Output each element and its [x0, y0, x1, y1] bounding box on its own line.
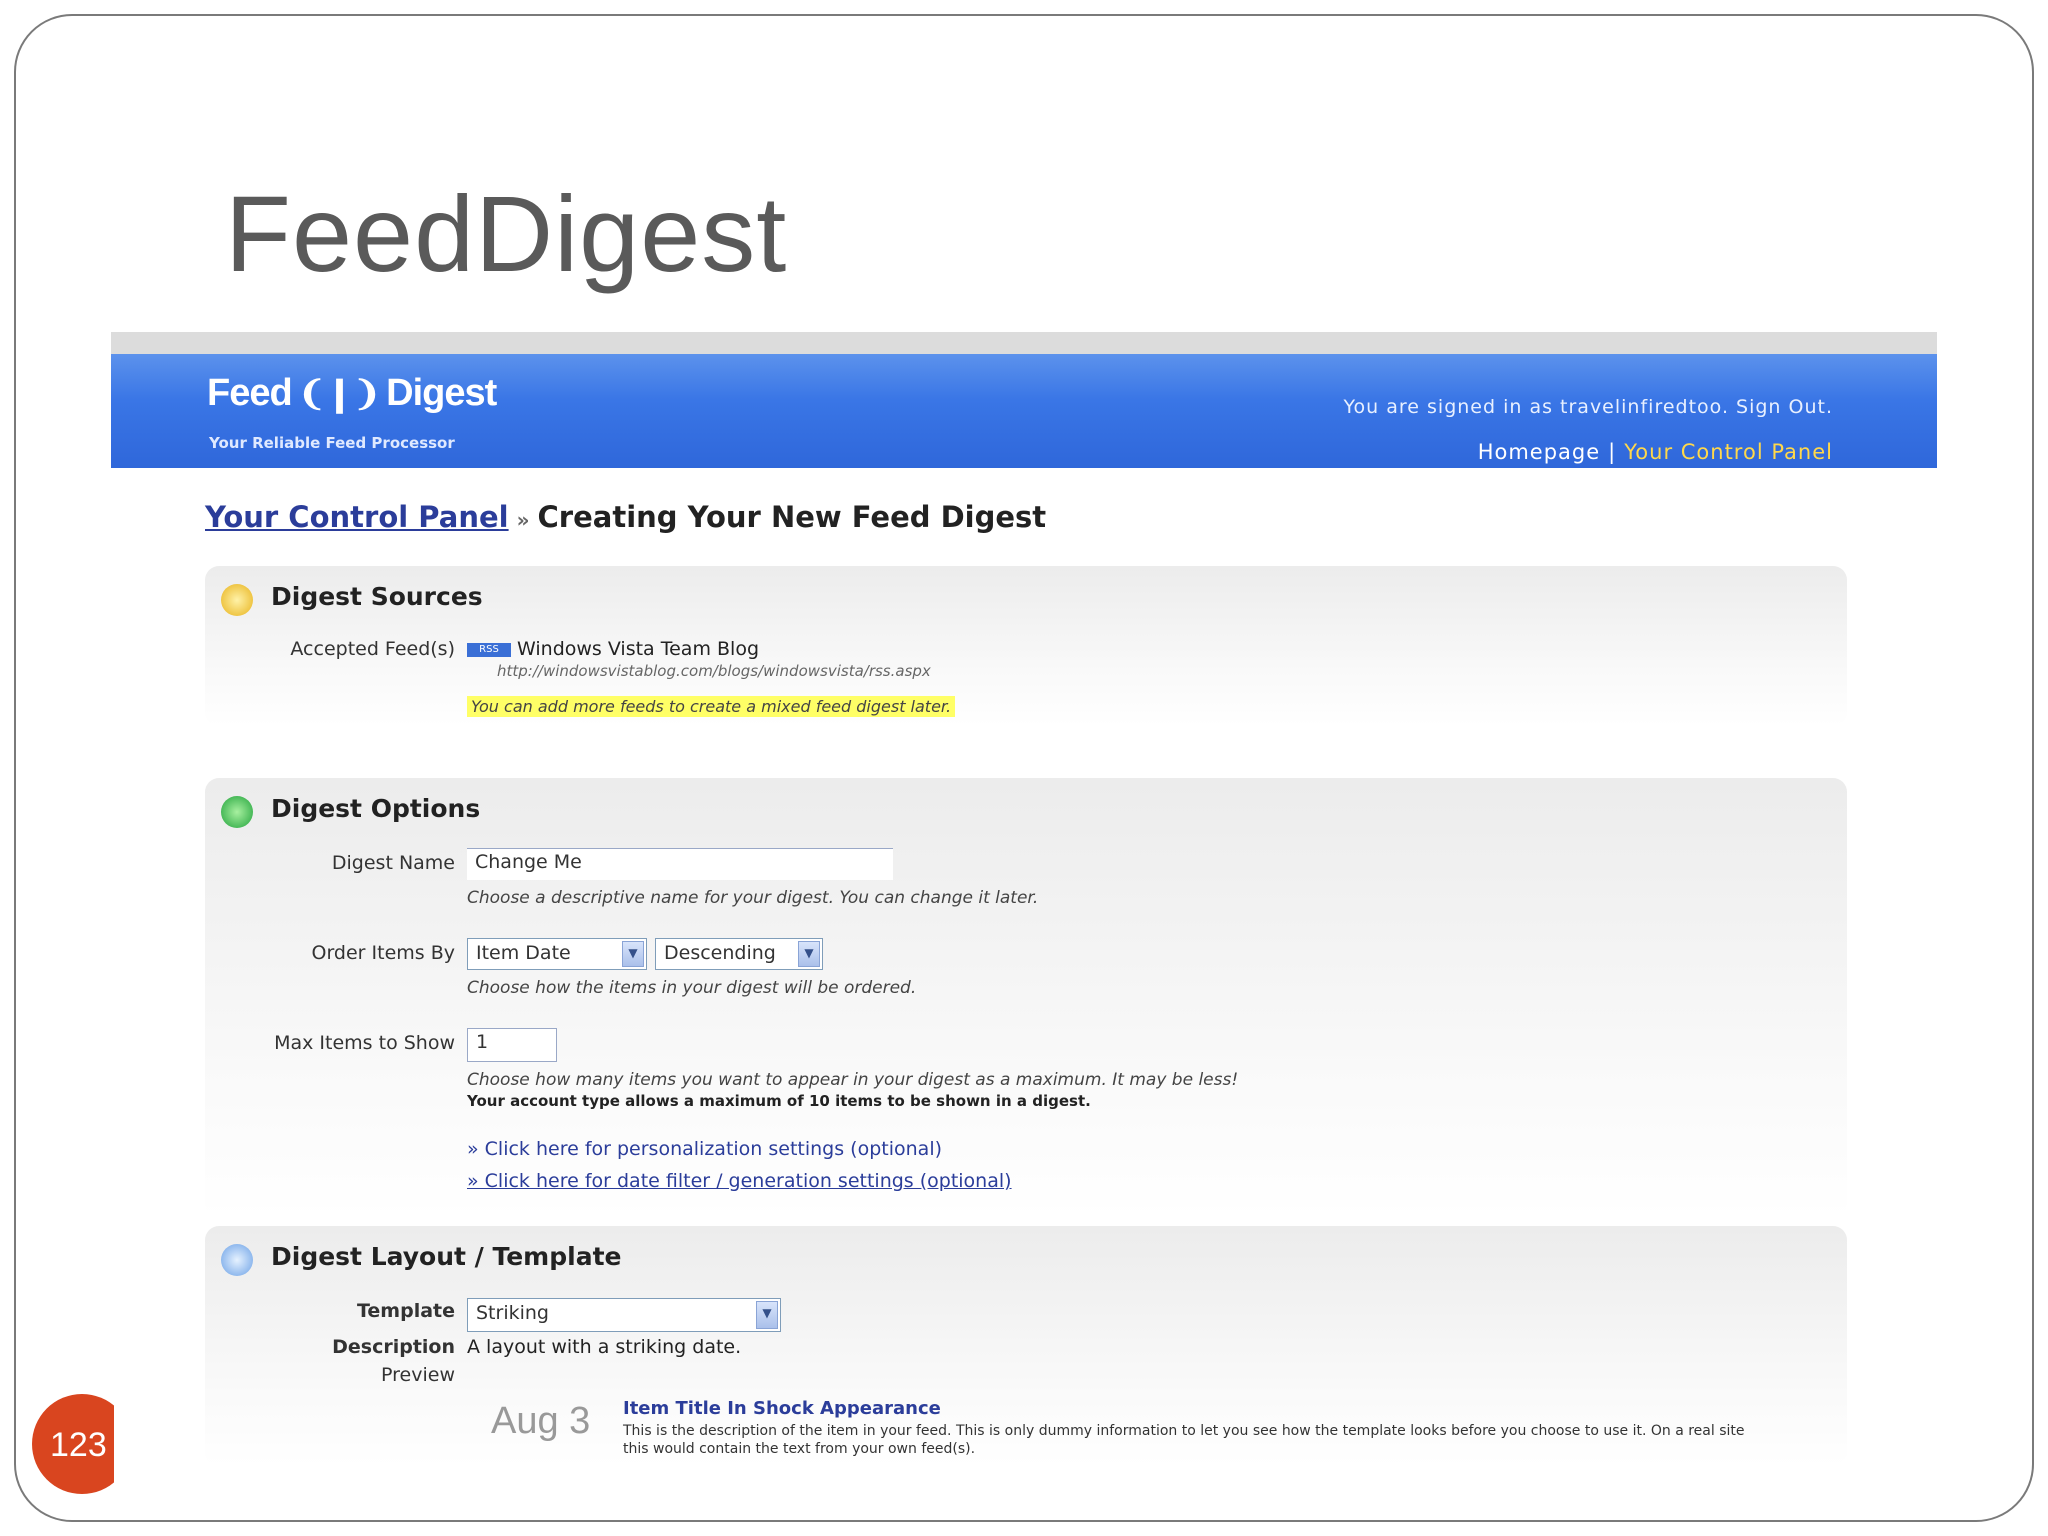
- breadcrumb-separator: »: [516, 508, 530, 532]
- add-feeds-notice: You can add more feeds to create a mixed…: [467, 696, 956, 717]
- digest-layout-section: Digest Layout / Template Template Striki…: [205, 1226, 1847, 1466]
- check-icon: [221, 796, 253, 828]
- rss-icon: RSS: [467, 642, 511, 657]
- digest-name-input[interactable]: Change Me: [467, 848, 893, 880]
- signed-in-status[interactable]: You are signed in as travelinfiredtoo. S…: [1343, 396, 1833, 418]
- breadcrumb-control-panel-link[interactable]: Your Control Panel: [205, 500, 509, 534]
- max-items-label: Max Items to Show: [274, 1032, 455, 1054]
- template-select[interactable]: Striking ▼: [467, 1298, 781, 1332]
- order-items-label: Order Items By: [311, 942, 455, 964]
- feed-url: http://windowsvistablog.com/blogs/window…: [497, 662, 931, 680]
- top-strip: [111, 332, 1937, 354]
- order-field-value: Item Date: [476, 942, 571, 964]
- nav-control-panel-link[interactable]: Your Control Panel: [1624, 440, 1833, 464]
- date-filter-settings-link[interactable]: » Click here for date filter / generatio…: [467, 1170, 1012, 1192]
- order-direction-select[interactable]: Descending ▼: [655, 938, 823, 970]
- globe-icon: [221, 1244, 253, 1276]
- max-items-hint: Choose how many items you want to appear…: [467, 1070, 1239, 1090]
- description-label: Description: [332, 1336, 455, 1358]
- digest-sources-title: Digest Sources: [271, 582, 483, 611]
- feed-entry[interactable]: RSS Windows Vista Team Blog: [467, 638, 759, 660]
- digest-options-title: Digest Options: [271, 794, 481, 823]
- slide-title: FeedDigest: [225, 173, 788, 294]
- site-header: Feed ❨❙❩ Digest Your Reliable Feed Process…: [111, 354, 1937, 468]
- max-items-note: Your account type allows a maximum of 10…: [467, 1092, 1091, 1110]
- breadcrumb-current: Creating Your New Feed Digest: [537, 500, 1047, 534]
- preview-item-title[interactable]: Item Title In Shock Appearance: [623, 1398, 941, 1419]
- preview-label: Preview: [381, 1364, 455, 1386]
- site-logo[interactable]: Feed ❨❙❩ Digest: [207, 372, 497, 415]
- accepted-feeds-label: Accepted Feed(s): [290, 638, 455, 660]
- template-label: Template: [356, 1300, 455, 1322]
- nav-homepage-link[interactable]: Homepage: [1478, 440, 1600, 464]
- chevron-down-icon[interactable]: ▼: [756, 1301, 778, 1329]
- personalization-settings-link[interactable]: » Click here for personalization setting…: [467, 1138, 942, 1160]
- chevron-down-icon[interactable]: ▼: [798, 941, 820, 967]
- order-direction-value: Descending: [664, 942, 776, 964]
- digest-layout-title: Digest Layout / Template: [271, 1242, 622, 1271]
- nav-separator: |: [1608, 440, 1617, 464]
- gear-icon: [221, 584, 253, 616]
- screenshot-panel: Feed ❨❙❩ Digest Your Reliable Feed Process…: [111, 332, 1937, 1472]
- max-items-input[interactable]: 1: [467, 1028, 557, 1062]
- chevron-down-icon[interactable]: ▼: [622, 941, 644, 967]
- digest-options-section: Digest Options Digest Name Change Me Cho…: [205, 778, 1847, 1218]
- page-number: 123: [50, 1426, 107, 1464]
- preview-date: Aug 3: [491, 1400, 591, 1442]
- header-nav: Homepage | Your Control Panel: [1478, 440, 1833, 464]
- badge-cutout: [114, 1394, 144, 1494]
- breadcrumb: Your Control Panel » Creating Your New Fee…: [205, 500, 1046, 534]
- logo-word-feed: Feed: [207, 372, 293, 414]
- template-description: A layout with a striking date.: [467, 1336, 742, 1358]
- digest-sources-section: Digest Sources Accepted Feed(s) RSS Windo…: [205, 566, 1847, 726]
- preview-item-text: This is the description of the item in y…: [623, 1423, 1745, 1457]
- site-tagline: Your Reliable Feed Processor: [209, 434, 455, 452]
- logo-word-digest: Digest: [386, 372, 497, 414]
- logo-wave-icon: ❨❙❩: [297, 375, 381, 413]
- order-hint: Choose how the items in your digest will…: [467, 978, 917, 998]
- digest-name-hint: Choose a descriptive name for your diges…: [467, 888, 1039, 908]
- order-field-select[interactable]: Item Date ▼: [467, 938, 647, 970]
- feed-name: Windows Vista Team Blog: [517, 638, 759, 660]
- template-value: Striking: [476, 1302, 549, 1324]
- digest-name-label: Digest Name: [331, 852, 455, 874]
